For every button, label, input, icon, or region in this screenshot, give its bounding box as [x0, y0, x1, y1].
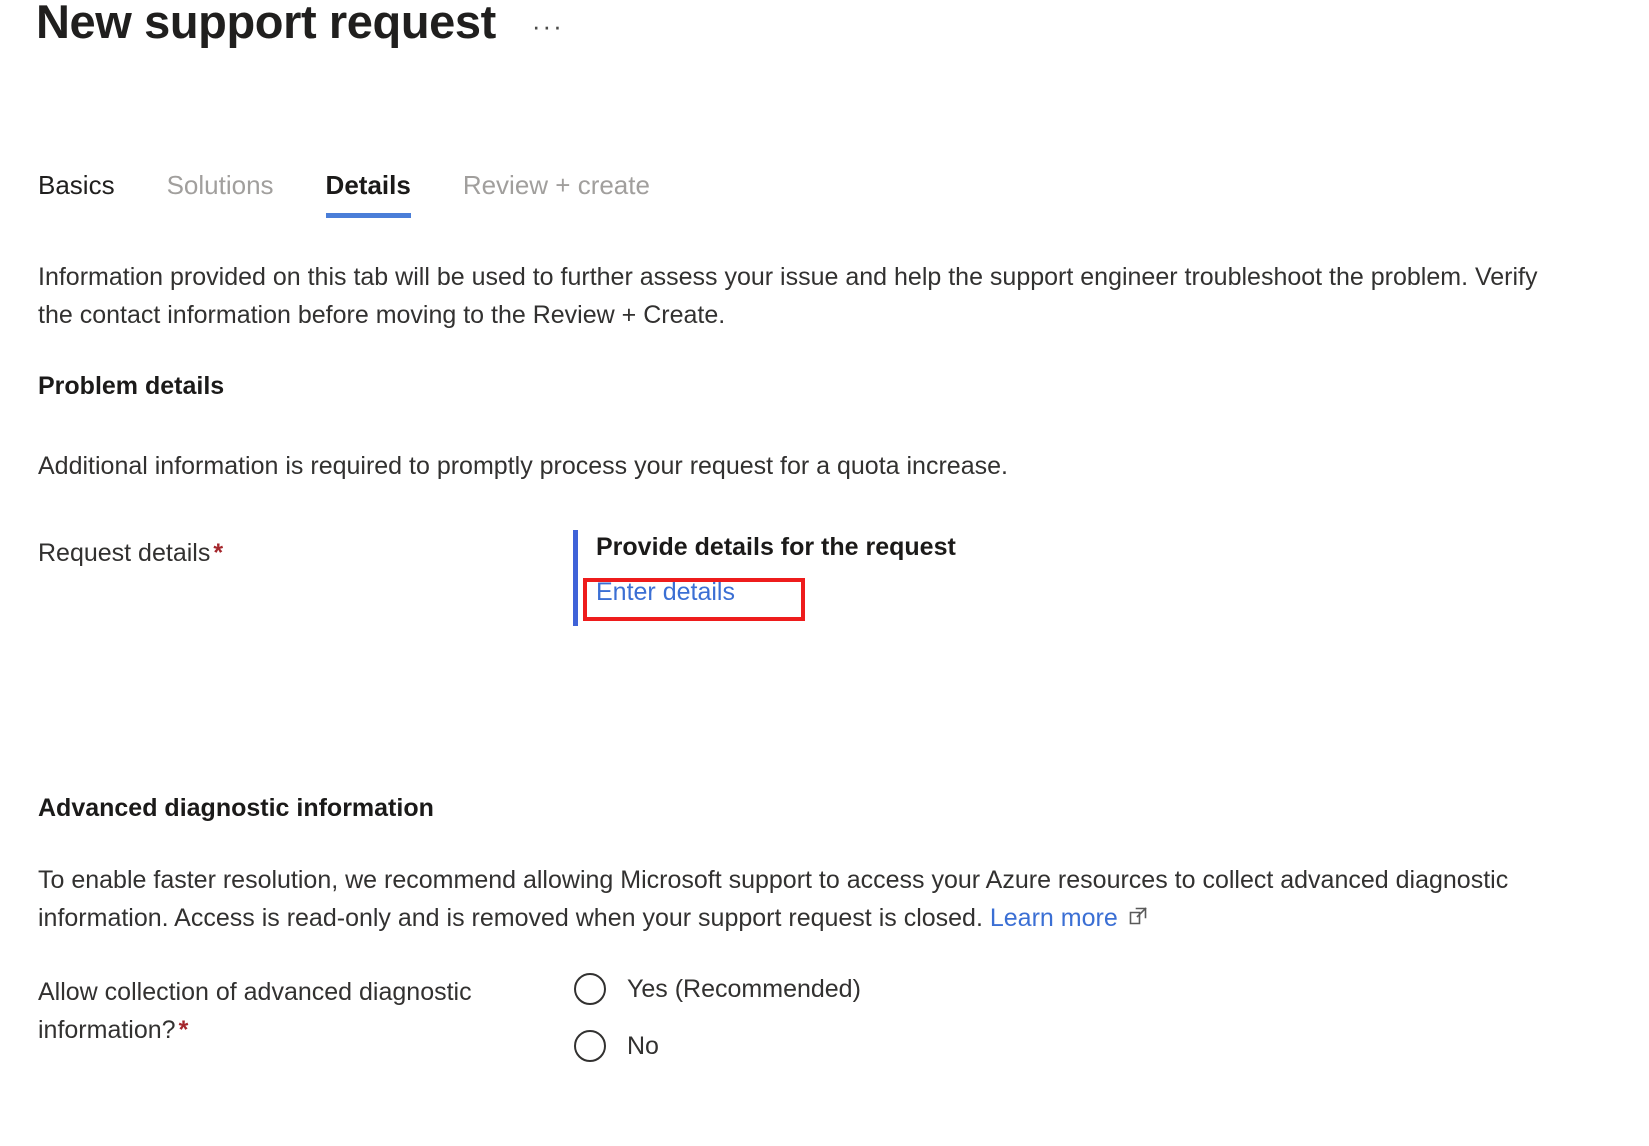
enter-details-link[interactable]: Enter details [596, 573, 735, 613]
learn-more-link[interactable]: Learn more [990, 904, 1118, 932]
radio-label-yes: Yes (Recommended) [627, 974, 861, 1003]
problem-details-heading: Problem details [38, 372, 225, 400]
radio-label-no: No [627, 1031, 659, 1060]
tab-basics[interactable]: Basics [38, 168, 115, 218]
new-support-request-blade: New support request ··· Basics Solutions… [0, 0, 1649, 1146]
radio-circle-yes[interactable] [574, 972, 606, 1005]
callout-title: Provide details for the request [596, 533, 956, 561]
allow-collection-label: Allow collection of advanced diagnostic … [38, 973, 558, 1049]
more-actions-icon[interactable]: ··· [532, 13, 564, 39]
radio-option-yes[interactable]: Yes (Recommended) [574, 960, 861, 1017]
request-details-callout: Provide details for the request Enter de… [573, 530, 956, 626]
required-asterisk: * [213, 539, 224, 567]
intro-text: Information provided on this tab will be… [38, 263, 1538, 329]
tab-review-create[interactable]: Review + create [463, 168, 650, 218]
required-asterisk: * [178, 1016, 189, 1044]
advanced-diagnostic-paragraph-text: To enable faster resolution, we recommen… [38, 866, 1509, 932]
advanced-diagnostic-paragraph: To enable faster resolution, we recommen… [38, 861, 1558, 939]
radio-option-no[interactable]: No [574, 1017, 861, 1074]
callout-link-wrap: Enter details [596, 573, 735, 613]
external-link-icon[interactable] [1126, 901, 1150, 939]
request-details-label: Request details * [38, 534, 538, 572]
advanced-diagnostic-heading: Advanced diagnostic information [38, 794, 434, 822]
request-details-label-text: Request details [38, 539, 211, 567]
wizard-tabs: Basics Solutions Details Review + create [38, 168, 650, 218]
allow-collection-radio-group: Yes (Recommended) No [574, 960, 861, 1074]
radio-circle-no[interactable] [574, 1029, 606, 1062]
tab-details[interactable]: Details [325, 168, 412, 218]
problem-details-paragraph: Additional information is required to pr… [38, 452, 1008, 480]
tab-solutions[interactable]: Solutions [167, 168, 274, 218]
blade-header: New support request ··· [36, 0, 564, 50]
allow-collection-label-text: Allow collection of advanced diagnostic … [38, 978, 472, 1044]
page-title: New support request [36, 0, 496, 48]
